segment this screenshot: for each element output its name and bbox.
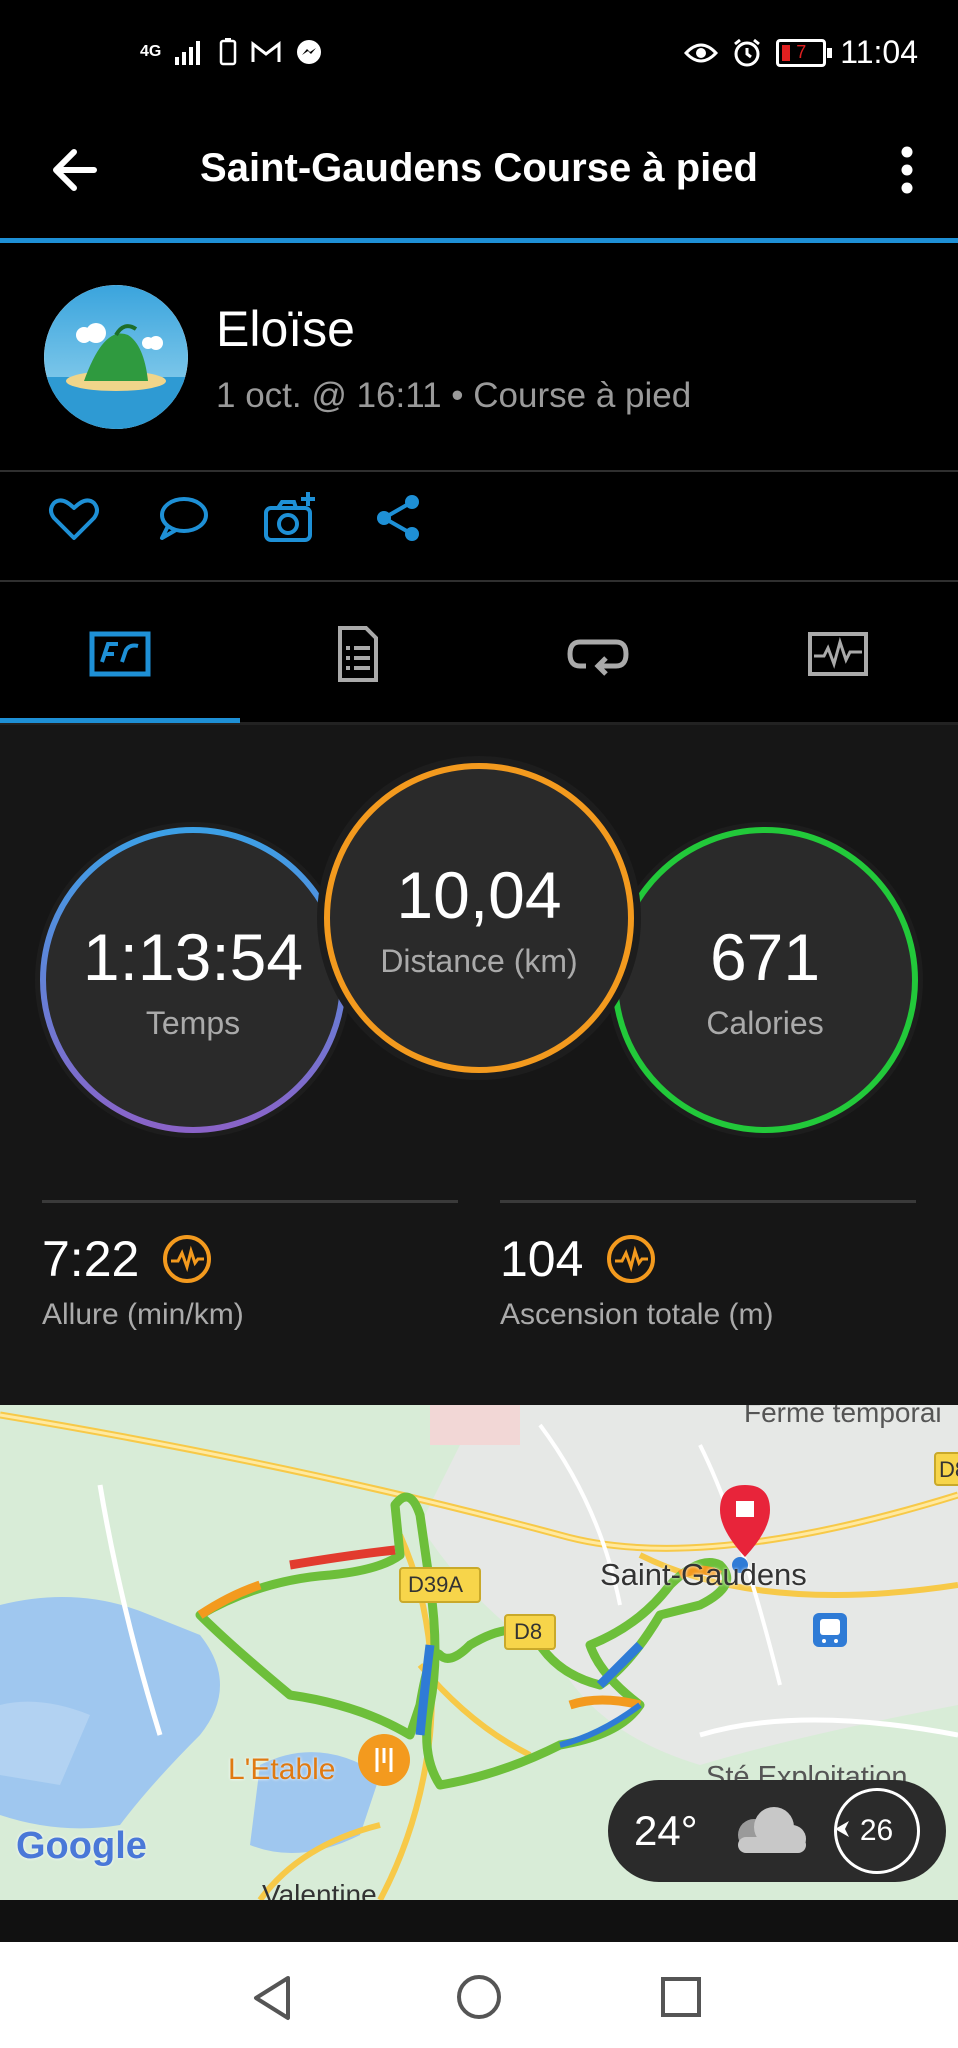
wind-dial: 26 xyxy=(833,1788,920,1874)
map-label-road-d39a: D39A xyxy=(408,1572,464,1597)
nav-back-icon[interactable] xyxy=(250,1974,294,2022)
map-label-town: Saint-Gaudens xyxy=(600,1557,807,1592)
gmail-icon xyxy=(251,40,281,62)
weather-pill[interactable]: 24° 26 xyxy=(608,1780,946,1882)
avatar[interactable] xyxy=(44,285,188,429)
heart-rate-wave-icon xyxy=(607,1235,656,1283)
battery-icon: 7 xyxy=(776,38,833,67)
profile-name[interactable]: Eloïse xyxy=(216,300,355,358)
wind-direction-icon xyxy=(834,1821,849,1837)
signal-icon xyxy=(175,41,201,65)
details-icon[interactable] xyxy=(326,622,390,686)
more-options-icon[interactable] xyxy=(892,140,922,200)
page-title: Saint-Gaudens Course à pied xyxy=(200,146,758,190)
alarm-icon xyxy=(734,38,761,66)
calories-value: 671 xyxy=(709,919,821,994)
activity-meta: 1 oct. @ 16:11 • Course à pied xyxy=(216,376,692,415)
calories-stat[interactable]: 671 Calories xyxy=(602,817,928,1143)
map-label-road-d8: D8 xyxy=(514,1619,543,1644)
comment-icon[interactable] xyxy=(154,490,210,546)
action-bar xyxy=(46,490,426,546)
island-avatar-icon xyxy=(44,285,188,429)
eye-icon xyxy=(684,43,719,62)
map-label-road-d8-edge: D8 xyxy=(939,1457,958,1482)
heart-icon[interactable] xyxy=(46,490,102,546)
map-label-restaurant: L'Etable xyxy=(228,1753,336,1786)
clock: 11:04 xyxy=(840,34,918,70)
calories-label: Calories xyxy=(706,1004,824,1041)
divider xyxy=(0,470,958,472)
ascent-value: 104 xyxy=(500,1231,584,1287)
time-label: Temps xyxy=(145,1004,241,1041)
pace-label: Allure (min/km) xyxy=(42,1298,244,1331)
share-icon[interactable] xyxy=(370,490,426,546)
temperature: 24° xyxy=(634,1807,698,1854)
status-bar: 4G 7 11:04 xyxy=(0,0,958,110)
cloud-icon xyxy=(737,1807,806,1853)
pace-value: 7:22 xyxy=(42,1231,140,1287)
battery-level: 7 xyxy=(796,42,807,62)
charts-icon[interactable] xyxy=(806,622,870,686)
bottom-strip xyxy=(0,1900,958,1942)
phone-battery-icon xyxy=(220,38,237,66)
ascent-stat[interactable]: 104 Ascension totale (m) xyxy=(500,1230,773,1332)
distance-value: 10,04 xyxy=(396,857,562,932)
network-indicator: 4G xyxy=(140,43,162,60)
status-left: 4G xyxy=(140,38,323,66)
time-value: 1:13:54 xyxy=(82,919,304,994)
messenger-icon xyxy=(297,40,322,64)
status-right: 7 11:04 xyxy=(684,34,918,71)
google-logo: Google xyxy=(16,1825,147,1867)
distance-stat[interactable]: 10,04 Distance (km) xyxy=(314,753,644,1083)
map-label-farm: Ferme temporai xyxy=(744,1405,942,1428)
stats-panel: 1:13:54 Temps 10,04 Distance (km) 671 Ca… xyxy=(0,725,958,1405)
tab-active-indicator xyxy=(0,718,240,723)
header-divider xyxy=(0,238,958,243)
divider xyxy=(500,1200,916,1203)
system-nav-bar xyxy=(0,1942,958,2048)
heart-rate-wave-icon xyxy=(163,1235,212,1283)
overview-icon[interactable] xyxy=(88,622,152,686)
tab-bar xyxy=(0,582,958,722)
time-stat[interactable]: 1:13:54 Temps xyxy=(30,817,356,1143)
divider xyxy=(42,1200,458,1203)
pace-stat[interactable]: 7:22 Allure (min/km) xyxy=(42,1230,244,1332)
app-bar: Saint-Gaudens Course à pied xyxy=(0,110,958,240)
laps-icon[interactable] xyxy=(566,622,630,686)
camera-add-icon[interactable] xyxy=(262,490,318,546)
route-map[interactable]: Ferme temporai Saint-Gaudens D39A D8 D8 … xyxy=(0,1405,958,1900)
nav-home-icon[interactable] xyxy=(456,1974,502,2020)
map-label-town2: Valentine xyxy=(262,1879,377,1900)
ascent-label: Ascension totale (m) xyxy=(500,1298,774,1331)
nav-recents-icon[interactable] xyxy=(660,1976,702,2018)
wind-speed: 26 xyxy=(859,1814,894,1847)
distance-label: Distance (km) xyxy=(380,942,578,979)
